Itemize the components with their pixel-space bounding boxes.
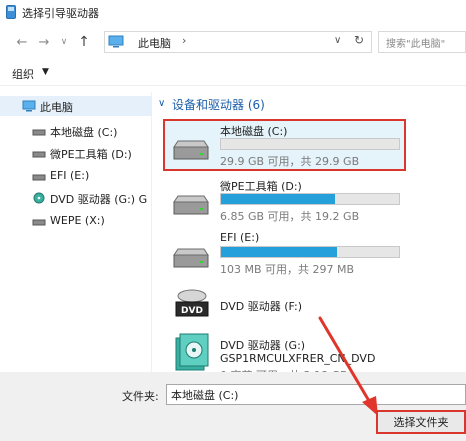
window-title: 选择引导驱动器 — [22, 7, 99, 20]
organize-caret-icon[interactable]: ▼ — [42, 67, 49, 77]
forward-arrow-icon[interactable]: → — [36, 34, 52, 50]
sidebar-item-label[interactable]: DVD 驱动器 (G:) G — [50, 191, 147, 207]
folder-input-value: 本地磁盘 (C:) — [171, 389, 239, 402]
organize-button[interactable]: 组织 — [12, 66, 34, 82]
group-collapse-icon[interactable]: ∨ — [158, 98, 165, 109]
sidebar-item-label[interactable]: 本地磁盘 (C:) — [50, 124, 117, 140]
capacity-bar — [220, 246, 400, 258]
capacity-bar — [220, 193, 400, 205]
pc-icon — [108, 35, 124, 48]
hard-drive-icon — [173, 195, 209, 215]
sidebar-item-label: 此电脑 — [40, 101, 73, 114]
capacity-bar-fill — [221, 194, 335, 204]
svg-text:DVD: DVD — [181, 306, 203, 316]
toolbar — [0, 62, 466, 86]
drive-capacity-text: 103 MB 可用，共 297 MB — [220, 263, 355, 276]
sidebar-item-label[interactable]: 微PE工具箱 (D:) — [50, 146, 132, 162]
drive-name[interactable]: 微PE工具箱 (D:) — [220, 178, 302, 194]
capacity-bar — [220, 138, 400, 150]
drive-icon — [32, 129, 46, 136]
dvd-icon — [33, 192, 45, 204]
search-placeholder: 搜索"此电脑" — [386, 39, 446, 50]
chevron-down-icon[interactable]: ∨ — [56, 34, 72, 50]
drive-name: 本地磁盘 (C:) — [220, 125, 288, 138]
sidebar-item-label[interactable]: WEPE (X:) — [50, 214, 105, 227]
drive-capacity-text: 6.85 GB 可用，共 19.2 GB — [220, 210, 360, 223]
pc-icon — [22, 100, 36, 112]
drive-icon — [32, 151, 46, 158]
drive-capacity-text: 29.9 GB 可用，共 29.9 GB — [220, 155, 360, 168]
sidebar-item-label[interactable]: EFI (E:) — [50, 169, 89, 182]
refresh-icon[interactable]: ↻ — [350, 33, 368, 47]
hard-drive-icon — [173, 248, 209, 268]
group-title: 设备和驱动器 (6) — [172, 98, 265, 112]
dvd-drive-icon: DVD — [175, 289, 209, 317]
folder-label: 文件夹: — [122, 390, 159, 403]
capacity-bar-fill — [221, 247, 337, 257]
app-icon — [6, 5, 16, 19]
hard-drive-icon — [173, 140, 209, 160]
dvd-disc-icon — [175, 333, 209, 371]
back-arrow-icon[interactable]: ← — [14, 34, 30, 50]
drive-icon — [32, 174, 46, 181]
drive-volume-label: GSP1RMCULXFRER_CN_DVD — [220, 352, 376, 365]
address-chevron-icon[interactable]: › — [182, 34, 186, 47]
up-arrow-icon[interactable]: ↑ — [76, 34, 92, 50]
drive-name[interactable]: DVD 驱动器 (G:) — [220, 337, 305, 353]
drive-icon — [32, 219, 46, 226]
drive-name[interactable]: EFI (E:) — [220, 231, 259, 244]
drive-name[interactable]: DVD 驱动器 (F:) — [220, 298, 302, 314]
address-dropdown-icon[interactable]: ∨ — [334, 35, 341, 46]
select-folder-button[interactable]: 选择文件夹 — [376, 410, 466, 434]
address-text: 此电脑 — [138, 37, 171, 50]
